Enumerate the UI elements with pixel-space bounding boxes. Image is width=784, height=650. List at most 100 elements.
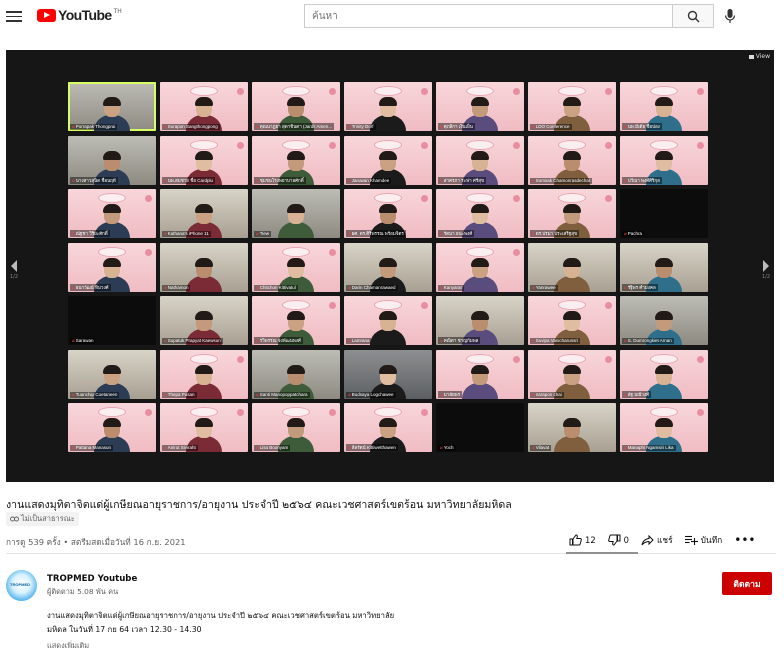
participant-tile[interactable]: ⌀Anirut Siviraht (160, 403, 248, 452)
next-page-arrow[interactable]: 1/2 (761, 260, 771, 282)
participant-tile[interactable]: ⌀Chitchon Kittivatul (252, 242, 340, 292)
participant-tile[interactable]: ⌀Supatuk Prapyat Kaewsun (160, 296, 248, 345)
previous-page-arrow[interactable]: 1/2 (9, 260, 19, 282)
participant-tile[interactable]: ⌀Lamrana (344, 296, 432, 345)
participant-tile[interactable]: ⌀Surapon Sangthongpong (160, 82, 248, 131)
participant-name-text: Lamrana (351, 338, 370, 343)
participant-tile[interactable]: ⌀Lisa Boonyam (252, 403, 340, 452)
participant-name-text: Somsak Chamonrasdechar (535, 177, 591, 183)
channel-avatar[interactable]: TROPMED (6, 570, 37, 601)
privacy-label: ไม่เป็นสาธารณะ (21, 514, 75, 523)
participant-tile[interactable]: ⌀มาลัยพร (436, 349, 524, 399)
participant-name-text: Tuanchip Coetaneen (75, 391, 118, 397)
participant-tile[interactable]: ⌀Pattana Manasun (68, 403, 156, 452)
participant-tile[interactable]: ⌀Santi Manopoppatchara (252, 349, 340, 399)
view-toggle[interactable]: View (748, 53, 770, 60)
participant-tile[interactable]: ⌀Tiew (252, 189, 340, 238)
participant-tile[interactable]: ⌀Tuanchip Coetaneen (68, 349, 156, 399)
event-banner (558, 86, 586, 96)
participant-tile[interactable]: ⌀S. Dumrongkiet Arnan (620, 296, 708, 345)
flower-decoration (697, 355, 704, 363)
participant-tile[interactable]: ⌀Suvipa Vanicharunsri (528, 296, 616, 345)
muted-mic-icon: ⌀ (256, 445, 259, 450)
participant-tile[interactable]: ⌀Manaphi Ngamsiri Lika (620, 403, 708, 452)
participant-tile[interactable]: ⌀สาครภา ระฟา ศรีสุข (436, 135, 524, 185)
participant-name: ⌀Tiew (254, 231, 272, 237)
participant-tile[interactable]: ⌀Trinity Dorf (344, 82, 432, 131)
save-button[interactable]: บันทึก (684, 533, 722, 547)
participant-tile[interactable]: ⌀narapon chai (528, 349, 616, 399)
participant-tile[interactable]: ⌀ลัฐ มณีวงศ์ (620, 349, 708, 399)
participant-tile[interactable]: ⌀ปวีณา พงศ์ศิริกุล (620, 135, 708, 185)
show-more-link[interactable]: แสดงเพิ่มเติม (47, 640, 89, 650)
participant-tile[interactable]: ⌀คณิตา ชาญกัมพล (436, 296, 524, 345)
like-button[interactable]: 12 (569, 534, 596, 546)
participant-name-text: Suvipa Vanicharunsri (535, 338, 578, 343)
muted-mic-icon: ⌀ (532, 284, 535, 290)
subscribe-button[interactable]: ติดตาม (722, 572, 772, 595)
participant-name-text: คุณนาฏยา สุดาชินดา (Jardit Amen... (259, 124, 332, 129)
participant-tile[interactable]: ⌀นพ.สมชาย ชื่อ Cardplu (160, 135, 248, 185)
participant-tile[interactable]: ⌀รัฐิพร คำมงคล (620, 242, 708, 292)
participant-tile[interactable]: ⌀นางสาวสุนิด ชื่อนฤดี (68, 135, 156, 185)
participant-tile[interactable]: ⌀Porrapak Thongprai (68, 82, 156, 131)
participant-tile[interactable]: ⌀ณัฐชา วิริยะศักดิ์ (68, 189, 156, 238)
menu-icon[interactable] (6, 8, 22, 24)
participant-tile[interactable]: ⌀ดร.ปรมา ประเสริฐสุข (528, 189, 616, 238)
participant-name-text: สาครภา ระฟา ศรีสุข (443, 177, 485, 183)
flower-decoration (421, 302, 428, 309)
participant-tile[interactable]: ⌀Somsak Chamonrasdechar (528, 135, 616, 185)
top-bar: YouTube TH (0, 0, 784, 36)
participant-tile[interactable]: ⌀Kanyarat (436, 242, 524, 292)
participant-tile[interactable]: ⌀รวิพรรณ จงพัฒนพงศ์ (252, 296, 340, 345)
participant-name-text: narapon chai (535, 391, 562, 397)
participant-tile[interactable]: ⌀Jaruwan Khamdee (344, 135, 432, 185)
participant-tile[interactable]: ⌀รัตนา ธนะพงศ์ (436, 189, 524, 238)
participant-tile[interactable]: ⌀Yanrawee (528, 242, 616, 292)
event-banner (466, 353, 494, 364)
participant-tile[interactable]: ⌀Yoch (436, 403, 524, 452)
participant-name-text: Budsaya Logchawee (351, 391, 394, 397)
participant-tile[interactable]: ⌀Thepa Pusan (160, 349, 248, 399)
participant-name: ⌀นพ.สมชาย ชื่อ Cardplu (162, 176, 215, 184)
participant-name: ⌀S. Dumrongkiet Arnan (622, 338, 674, 344)
participant-name-text: Supatuk Prapyat Kaewsun (167, 338, 221, 343)
mic-icon[interactable] (723, 8, 737, 24)
participant-name: ⌀รัฐิพร คำมงคล (622, 283, 658, 291)
youtube-logo[interactable]: YouTube TH (37, 7, 122, 23)
dislike-button[interactable]: 0 (607, 534, 630, 546)
participant-tile[interactable]: ⌀นพ.มีเดีย ชื่อปอง (620, 82, 708, 131)
participant-tile[interactable]: ⌀ธนาวัฒน์ ทิมวงศ์ (68, 242, 156, 292)
dislike-count: 0 (623, 535, 630, 545)
more-actions-button[interactable]: ••• (734, 533, 755, 547)
participant-tile[interactable]: ⌀Vilavat (528, 403, 616, 452)
participant-tile[interactable]: ⌀ชุมชนโรงพยาบาลศักดิ์ (252, 135, 340, 185)
participant-tile[interactable]: ⌀ผศ. ดร.ศิริพรรณ พร้อมจิตร (344, 189, 432, 238)
participant-name: ⌀Kathana's iPhone 11 (162, 231, 211, 237)
muted-mic-icon: ⌀ (164, 177, 167, 183)
video-player[interactable]: View 1/2 1/2 ⌀Porrapak Thongprai ⌀Surapon… (6, 50, 774, 482)
participant-tile[interactable]: ⌀Budsaya Logchawee (344, 349, 432, 399)
participant-name: ⌀Santi Manopoppatchara (254, 391, 310, 398)
participant-name: ⌀Tuanchip Coetaneen (70, 391, 120, 398)
share-button[interactable]: แชร์ (641, 533, 673, 547)
participant-tile[interactable]: ⌀LDO Conference (528, 82, 616, 131)
flower-decoration (421, 88, 428, 95)
channel-name[interactable]: TROPMED Youtube (47, 574, 137, 584)
participant-name: ⌀narapon chai (530, 391, 564, 398)
participant-tile[interactable]: ⌀Nathamon (160, 242, 248, 292)
participant-tile[interactable]: ⌀Sarawan (68, 296, 156, 345)
participant-tile[interactable]: ⌀Darin Chamanrawaed (344, 242, 432, 292)
participant-tile[interactable]: ⌀Kathana's iPhone 11 (160, 189, 248, 238)
participant-tile[interactable]: ⌀คุณนาฏยา สุดาชินดา (Jardit Amen... (252, 82, 340, 131)
event-banner (374, 407, 402, 417)
participant-tile[interactable]: ⌀Pachra (620, 189, 708, 238)
search-button[interactable] (672, 4, 714, 28)
search-input[interactable] (304, 4, 672, 28)
add-to-playlist-icon (684, 535, 698, 545)
muted-mic-icon: ⌀ (72, 391, 75, 397)
flower-decoration (421, 195, 428, 202)
participant-tile[interactable]: ⌀ลีลรัตน์ Kittiwetthawen (344, 403, 432, 452)
muted-mic-icon: ⌀ (532, 124, 535, 129)
participant-tile[interactable]: ⌀ศุภสิกา เงินเย็น (436, 82, 524, 131)
